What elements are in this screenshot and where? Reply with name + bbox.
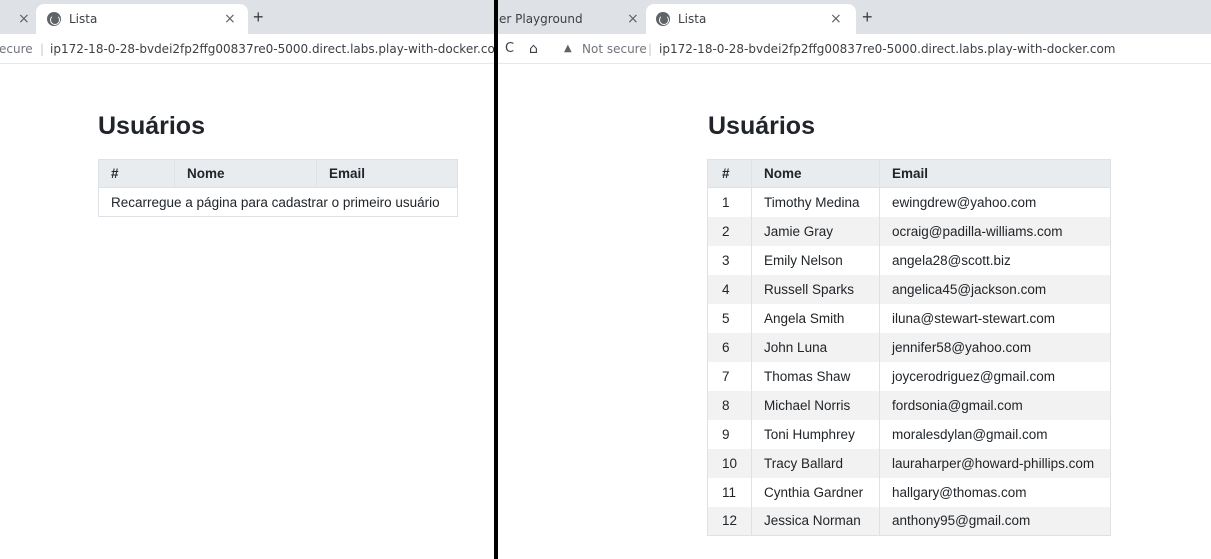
table-row: 3 Emily Nelson angela28@scott.biz (706, 245, 1111, 275)
cell-nome: Toni Humphrey (751, 419, 881, 449)
cell-number: 5 (706, 303, 753, 333)
close-icon[interactable]: × (224, 11, 236, 27)
empty-table-message: Recarregue a página para cadastrar o pri… (98, 187, 458, 217)
cell-email: fordsonia@gmail.com (879, 390, 1111, 420)
table-row: 6 John Luna jennifer58@yahoo.com (706, 332, 1111, 362)
table-row: 9 Toni Humphrey moralesdylan@gmail.com (706, 419, 1111, 449)
table-row: 4 Russell Sparks angelica45@jackson.com (706, 274, 1111, 304)
cell-email: jennifer58@yahoo.com (879, 332, 1111, 362)
cell-nome: Timothy Medina (751, 187, 881, 217)
table-row: 12 Jessica Norman anthony95@gmail.com (706, 506, 1111, 536)
warning-icon: ▲ (564, 43, 572, 54)
cell-nome: Jessica Norman (751, 506, 881, 536)
globe-icon (47, 12, 61, 26)
tab-playground[interactable]: er Playground × (498, 4, 646, 34)
cell-number: 9 (706, 419, 753, 449)
table-row: 2 Jamie Gray ocraig@padilla-williams.com (706, 216, 1111, 246)
cell-number: 6 (706, 332, 753, 362)
cell-number: 8 (706, 390, 753, 420)
table-row: 8 Michael Norris fordsonia@gmail.com (706, 390, 1111, 420)
cell-email: ocraig@padilla-williams.com (879, 216, 1111, 246)
tab-strip: er Playground × Lista × + (498, 0, 1211, 34)
tab-lista[interactable]: Lista × (646, 4, 856, 34)
home-icon[interactable]: ⌂ (529, 34, 538, 64)
cell-email: moralesdylan@gmail.com (879, 419, 1111, 449)
cell-nome: Tracy Ballard (751, 448, 881, 478)
close-icon[interactable]: × (18, 11, 30, 27)
cell-email: iluna@stewart-stewart.com (879, 303, 1111, 333)
table-header-row: # Nome Email (98, 159, 458, 188)
cell-nome: Cynthia Gardner (751, 477, 881, 507)
cell-nome: Emily Nelson (751, 245, 881, 275)
cell-number: 11 (706, 477, 753, 507)
globe-icon (656, 12, 670, 26)
left-browser-window: × Lista × + ecure | ip172-18-0-28-bvdei2… (0, 0, 494, 559)
cell-nome: Thomas Shaw (751, 361, 881, 391)
cell-email: angelica45@jackson.com (879, 274, 1111, 304)
cell-nome: John Luna (751, 332, 881, 362)
address-url[interactable]: ip172-18-0-28-bvdei2fp2ffg00837re0-5000.… (50, 34, 494, 64)
cell-email: lauraharper@howard-phillips.com (879, 448, 1111, 478)
page-content: Usuários # Nome Email 1 Timothy Medina ewi… (498, 64, 1211, 559)
column-header-email: Email (316, 159, 458, 188)
cell-nome: Russell Sparks (751, 274, 881, 304)
table-row: 7 Thomas Shaw joycerodriguez@gmail.com (706, 361, 1111, 391)
cell-email: ewingdrew@yahoo.com (879, 187, 1111, 217)
cell-email: hallgary@thomas.com (879, 477, 1111, 507)
address-bar[interactable]: ecure | ip172-18-0-28-bvdei2fp2ffg00837r… (0, 34, 494, 64)
reload-icon[interactable]: C (505, 34, 514, 64)
address-separator: | (40, 42, 45, 56)
cell-number: 2 (706, 216, 753, 246)
table-row: 5 Angela Smith iluna@stewart-stewart.com (706, 303, 1111, 333)
tab-title: er Playground (499, 12, 583, 26)
page-content: Usuários # Nome Email Recarregue a págin… (0, 64, 494, 559)
address-url[interactable]: ip172-18-0-28-bvdei2fp2ffg00837re0-5000.… (659, 34, 1116, 64)
table-row: 11 Cynthia Gardner hallgary@thomas.com (706, 477, 1111, 507)
users-table: # Nome Email Recarregue a página para ca… (98, 159, 458, 217)
users-table: # Nome Email 1 Timothy Medina ewingdrew@ya… (706, 159, 1111, 536)
cell-email: angela28@scott.biz (879, 245, 1111, 275)
cell-email: anthony95@gmail.com (879, 506, 1111, 536)
security-indicator[interactable]: Not secure (582, 34, 647, 64)
tab-strip: × Lista × + (0, 0, 494, 34)
address-separator: | (648, 42, 653, 56)
table-row: Recarregue a página para cadastrar o pri… (98, 187, 458, 217)
cell-number: 12 (706, 506, 753, 536)
close-icon[interactable]: × (830, 11, 842, 27)
new-tab-button[interactable]: + (862, 4, 873, 32)
tab-title: Lista (69, 12, 98, 26)
tab-lista[interactable]: Lista × (36, 4, 248, 34)
cell-number: 4 (706, 274, 753, 304)
table-row: 10 Tracy Ballard lauraharper@howard-philli… (706, 448, 1111, 478)
cell-email: joycerodriguez@gmail.com (879, 361, 1111, 391)
address-bar[interactable]: C ⌂ ▲ Not secure | ip172-18-0-28-bvdei2f… (498, 34, 1211, 64)
page-title: Usuários (708, 112, 815, 140)
page-title: Usuários (98, 112, 205, 140)
close-icon[interactable]: × (627, 11, 639, 27)
security-indicator[interactable]: ecure (0, 34, 33, 64)
table-body: 1 Timothy Medina ewingdrew@yahoo.com 2 Jamie… (706, 187, 1111, 536)
table-row: 1 Timothy Medina ewingdrew@yahoo.com (706, 187, 1111, 217)
column-header-nome: Nome (751, 159, 881, 188)
column-header-email: Email (879, 159, 1111, 188)
cell-nome: Jamie Gray (751, 216, 881, 246)
tab-title: Lista (678, 12, 707, 26)
cell-nome: Michael Norris (751, 390, 881, 420)
column-header-number: # (98, 159, 175, 188)
table-header-row: # Nome Email (706, 159, 1111, 188)
column-header-nome: Nome (174, 159, 317, 188)
column-header-number: # (706, 159, 753, 188)
cell-number: 10 (706, 448, 753, 478)
right-browser-window: er Playground × Lista × + C ⌂ ▲ Not secu… (498, 0, 1211, 559)
new-tab-button[interactable]: + (253, 4, 264, 32)
cell-nome: Angela Smith (751, 303, 881, 333)
cell-number: 7 (706, 361, 753, 391)
cell-number: 1 (706, 187, 753, 217)
cell-number: 3 (706, 245, 753, 275)
